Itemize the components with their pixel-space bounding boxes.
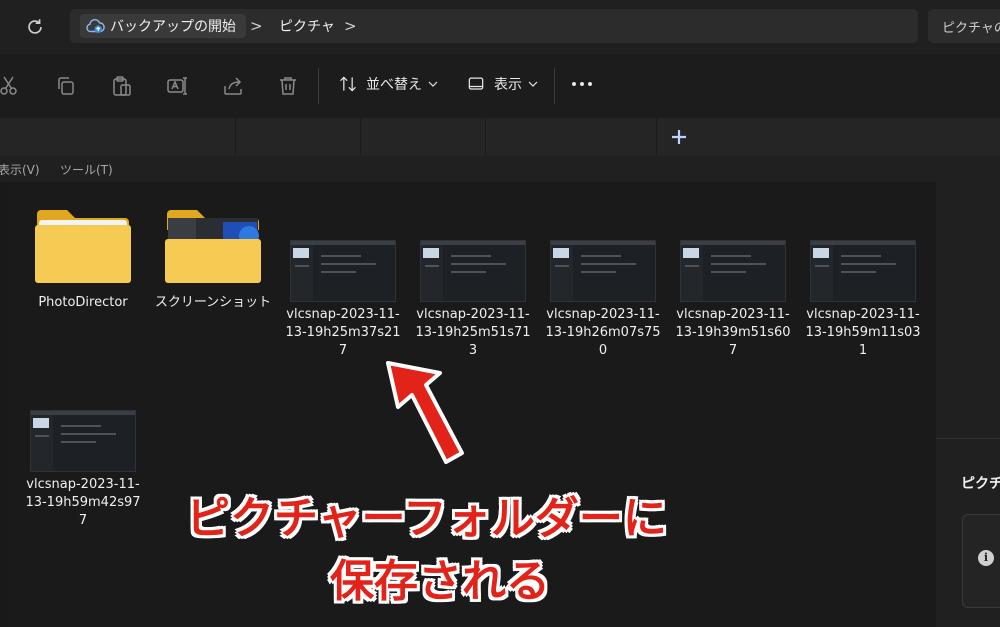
file-name: vlcsnap-2023-11-13-19h25m51s713: [415, 307, 531, 358]
image-file-item[interactable]: vlcsnap-2023-11-13-19h25m37s217: [283, 240, 403, 360]
address-bar-row: バックアップの開始 > ピクチャ > ピクチャの: [0, 0, 1000, 54]
chevron-down-icon: [428, 81, 438, 87]
menu-item-tools[interactable]: ツール(T): [60, 161, 113, 178]
tab-strip: [0, 118, 1000, 156]
folder-icon: [165, 210, 261, 283]
image-thumbnail: [30, 410, 136, 472]
info-icon: i: [978, 550, 994, 566]
folder-icon: [35, 210, 131, 283]
tab[interactable]: [0, 118, 236, 156]
tab[interactable]: [361, 118, 486, 156]
cloud-backup-icon: [86, 18, 105, 34]
breadcrumb-label: バックアップの開始: [110, 19, 236, 35]
share-icon[interactable]: [221, 74, 245, 98]
sort-button[interactable]: 並べ替え: [338, 74, 438, 94]
file-name: vlcsnap-2023-11-13-19h39m51s607: [675, 307, 791, 358]
folder-name: PhotoDirector: [38, 295, 128, 310]
paste-icon[interactable]: [110, 74, 134, 98]
address-bar[interactable]: バックアップの開始 > ピクチャ >: [70, 9, 918, 43]
annotation-text-line1: ピクチャーフォルダーに: [186, 493, 667, 544]
image-file-item[interactable]: vlcsnap-2023-11-13-19h25m51s713: [413, 240, 533, 360]
image-file-item[interactable]: vlcsnap-2023-11-13-19h26m07s750: [543, 240, 663, 360]
pane-divider: [936, 438, 1000, 439]
tab[interactable]: [486, 118, 657, 156]
menu-bar: 表示(V) ツール(T): [0, 156, 1000, 182]
cut-icon[interactable]: [0, 74, 22, 98]
copy-icon[interactable]: [54, 74, 78, 98]
image-file-item[interactable]: vlcsnap-2023-11-13-19h39m51s607: [673, 240, 793, 360]
image-file-item[interactable]: vlcsnap-2023-11-13-19h59m11s031: [803, 240, 923, 360]
view-button[interactable]: 表示: [466, 74, 538, 94]
folder-item[interactable]: PhotoDirector: [23, 206, 143, 312]
delete-icon[interactable]: [276, 74, 300, 98]
menu-item-view[interactable]: 表示(V): [0, 161, 40, 178]
image-file-item[interactable]: vlcsnap-2023-11-13-19h59m42s977: [23, 410, 143, 530]
refresh-icon[interactable]: [24, 16, 46, 38]
command-separator: [554, 68, 555, 104]
command-separator: [318, 68, 319, 104]
annotation-text-line2: 保存される: [330, 556, 550, 607]
view-label: 表示: [494, 77, 522, 93]
add-tab-icon[interactable]: [670, 128, 688, 146]
file-name: vlcsnap-2023-11-13-19h59m11s031: [805, 307, 921, 358]
image-thumbnail: [550, 240, 656, 302]
breadcrumb-separator-icon[interactable]: >: [344, 17, 357, 35]
chevron-down-icon: [528, 81, 538, 87]
details-pane-title: ピクチャ: [961, 476, 1000, 492]
sort-icon: [340, 76, 356, 92]
file-name: vlcsnap-2023-11-13-19h25m37s217: [285, 307, 401, 358]
command-bar: 並べ替え 表示: [0, 54, 1000, 118]
image-thumbnail: [680, 240, 786, 302]
image-thumbnail: [810, 240, 916, 302]
folder-name: スクリーンショット: [154, 295, 272, 310]
search-box[interactable]: ピクチャの: [928, 9, 1000, 43]
folder-item[interactable]: スクリーンショット: [153, 206, 273, 312]
view-icon: [468, 77, 484, 90]
breadcrumb-separator-icon[interactable]: >: [250, 17, 263, 35]
sort-label: 並べ替え: [366, 77, 422, 93]
file-name: vlcsnap-2023-11-13-19h26m07s750: [545, 307, 661, 358]
file-name: vlcsnap-2023-11-13-19h59m42s977: [25, 477, 141, 528]
breadcrumb-pictures[interactable]: ピクチャ: [279, 16, 335, 36]
annotation-arrow-icon: [386, 361, 464, 464]
tab[interactable]: [236, 118, 361, 156]
image-thumbnail: [420, 240, 526, 302]
search-placeholder: ピクチャの: [942, 21, 1000, 36]
image-thumbnail: [290, 240, 396, 302]
breadcrumb-backup[interactable]: バックアップの開始: [80, 14, 246, 38]
rename-icon[interactable]: [165, 74, 189, 98]
more-options-icon[interactable]: [572, 82, 592, 86]
